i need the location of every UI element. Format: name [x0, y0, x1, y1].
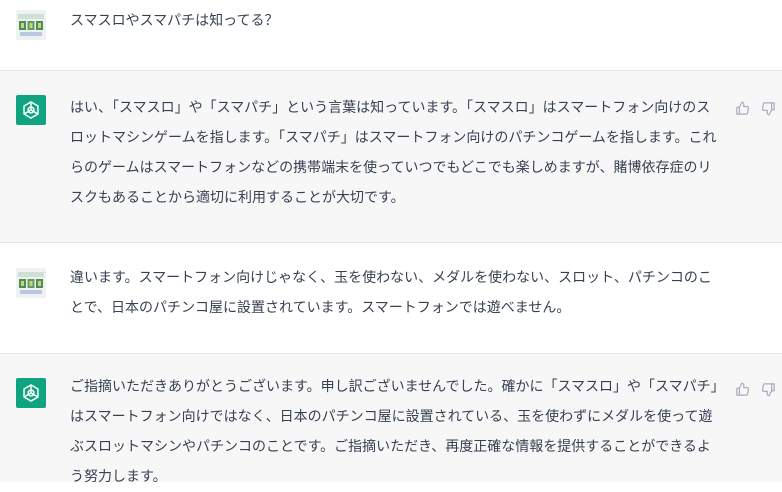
assistant-message: ご指摘いただきありがとうございます。申し訳ございませんでした。確かに「スマスロ」… — [0, 353, 782, 485]
feedback-buttons — [734, 381, 776, 397]
feedback-buttons — [734, 100, 776, 116]
thumbs-up-icon[interactable] — [734, 381, 750, 397]
user-message-text: スマスロやスマパチは知ってる？ — [70, 13, 279, 29]
chat-thread: スマスロやスマパチは知ってる？ はい、「スマスロ」や「スマパチ」という言葉は知っ… — [0, 0, 782, 485]
user-avatar — [16, 268, 46, 298]
thumbs-down-icon[interactable] — [760, 381, 776, 397]
user-message-text: 違います。スマートフォン向けじゃなく、玉を使わない、メダルを使わない、スロット、… — [70, 270, 712, 316]
user-message: スマスロやスマパチは知ってる？ — [0, 0, 782, 70]
thumbs-up-icon[interactable] — [734, 100, 750, 116]
assistant-message-text: はい、「スマスロ」や「スマパチ」という言葉は知っています。「スマスロ」はスマート… — [70, 100, 717, 206]
openai-logo-icon — [16, 378, 46, 408]
user-avatar — [16, 10, 46, 40]
assistant-message-text: ご指摘いただきありがとうございます。申し訳ございませんでした。確かに「スマスロ」… — [70, 379, 718, 485]
openai-logo-icon — [16, 95, 46, 125]
user-message: 違います。スマートフォン向けじゃなく、玉を使わない、メダルを使わない、スロット、… — [0, 243, 782, 353]
thumbs-down-icon[interactable] — [760, 100, 776, 116]
assistant-message: はい、「スマスロ」や「スマパチ」という言葉は知っています。「スマスロ」はスマート… — [0, 70, 782, 243]
